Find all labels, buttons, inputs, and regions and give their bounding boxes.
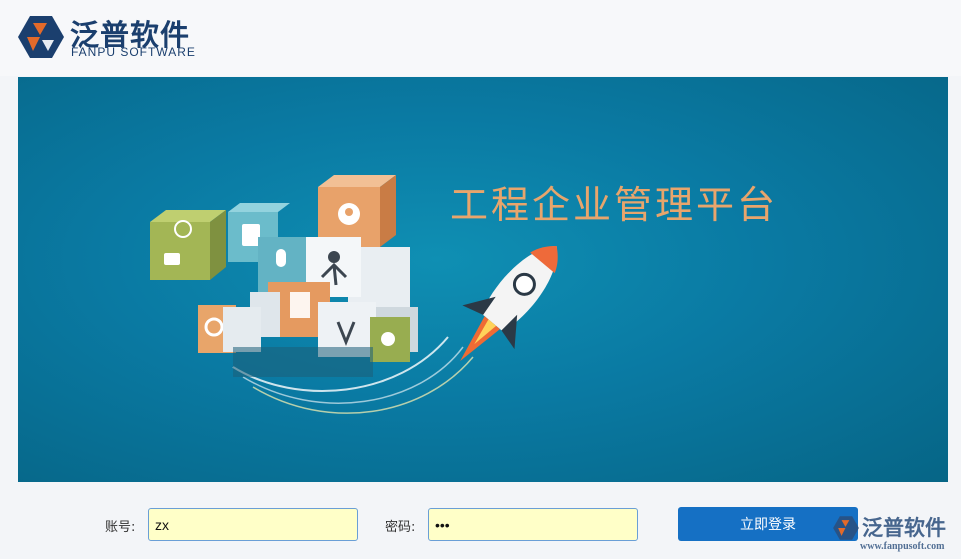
watermark-text-cn: 泛普软件	[862, 516, 946, 540]
watermark-logo-icon	[833, 516, 859, 540]
header: 泛普软件 FANPU SOFTWARE	[0, 0, 961, 76]
banner-title: 工程企业管理平台	[450, 183, 779, 227]
password-label: 密码:	[385, 520, 416, 535]
logo-text-en: FANPU SOFTWARE	[71, 45, 196, 59]
password-input[interactable]	[428, 508, 638, 541]
rocket	[460, 246, 558, 361]
fanpu-logo-icon	[18, 16, 64, 58]
login-bar: 账号: 密码: 立即登录	[0, 484, 961, 559]
cube-and-rocket-illustration	[150, 175, 558, 414]
banner: 工程企业管理平台	[18, 77, 948, 482]
username-input[interactable]	[148, 508, 358, 541]
cube-cluster	[150, 175, 418, 377]
watermark-url: www.fanpusoft.com	[860, 541, 945, 552]
watermark: 泛普软件 www.fanpusoft.com	[830, 510, 961, 559]
username-label: 账号:	[105, 520, 136, 535]
